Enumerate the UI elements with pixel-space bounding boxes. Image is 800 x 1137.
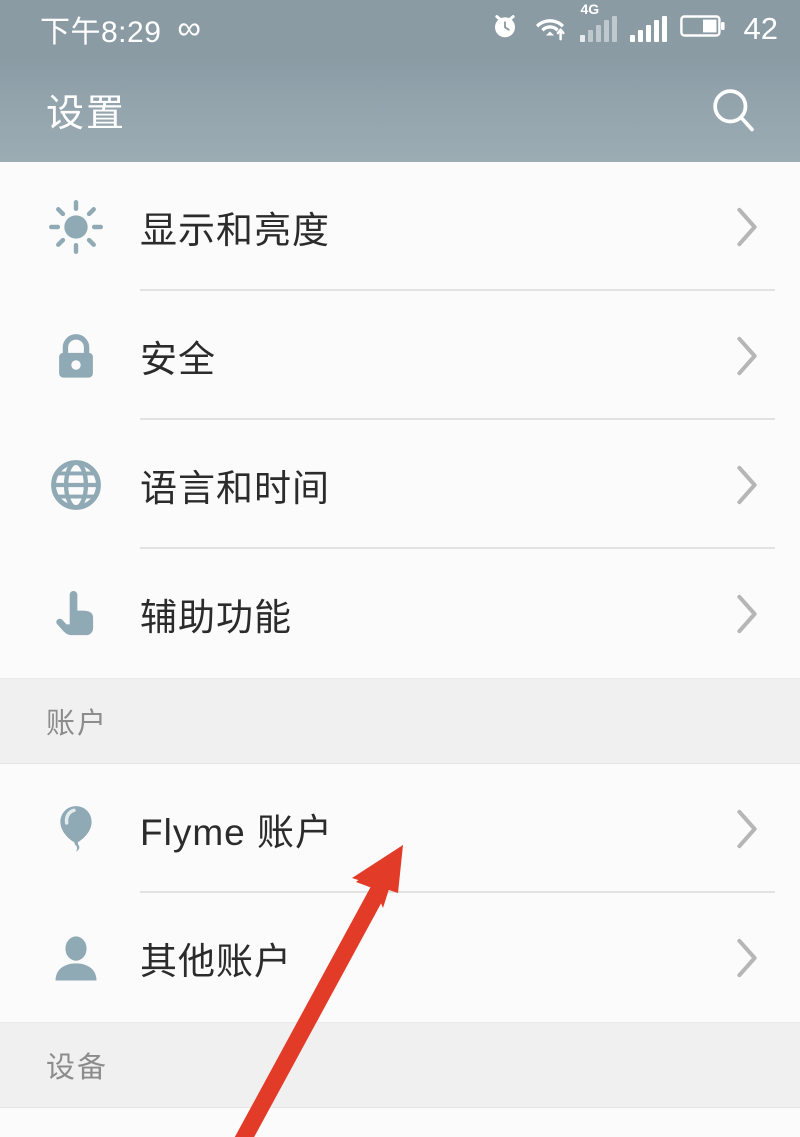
alarm-clock-icon: [490, 11, 520, 46]
wifi-icon: [533, 11, 567, 46]
flyme-balloon-icon: [46, 799, 106, 859]
battery-icon: [679, 12, 726, 45]
chevron-right-icon: [732, 204, 762, 250]
lock-icon: [46, 326, 106, 386]
app-title-bar: 设置: [0, 57, 800, 164]
phone-screen: 下午8:29 ∞ 4G 42 设置 显示和亮度 安全 语言和时间 辅助功能 账户…: [0, 0, 800, 1137]
search-icon[interactable]: [706, 82, 762, 138]
settings-row-label: Flyme 账户: [140, 811, 333, 853]
settings-row-flyme-account[interactable]: Flyme 账户: [0, 764, 800, 893]
chevron-right-icon: [732, 462, 762, 508]
status-bar: 下午8:29 ∞ 4G 42: [0, 0, 800, 57]
settings-row-label: 辅助功能: [140, 596, 292, 638]
brightness-sun-icon: [46, 197, 106, 257]
person-icon: [46, 928, 106, 988]
battery-level-label: 42: [743, 10, 778, 46]
section-header-accounts: 账户: [0, 678, 800, 764]
settings-row-language-time[interactable]: 语言和时间: [0, 420, 800, 549]
network-type-label: 4G: [580, 0, 600, 17]
settings-list: 显示和亮度 安全 语言和时间 辅助功能 账户 Flyme 账户 其他账户 设备: [0, 162, 800, 1137]
settings-row-label: 安全: [140, 338, 216, 380]
status-bar-left: 下午8:29 ∞: [40, 7, 201, 51]
chevron-right-icon: [732, 591, 762, 637]
globe-icon: [46, 455, 106, 515]
settings-row-security[interactable]: 安全: [0, 291, 800, 420]
settings-row-label: 其他账户: [140, 940, 292, 982]
chevron-right-icon: [732, 935, 762, 981]
settings-row-partial[interactable]: [0, 1108, 800, 1137]
signal-bars-icon: 4G: [579, 2, 617, 42]
settings-row-accessibility[interactable]: 辅助功能: [0, 549, 800, 678]
settings-row-display-brightness[interactable]: 显示和亮度: [0, 162, 800, 291]
infinity-icon: ∞: [177, 9, 202, 46]
settings-row-label: 语言和时间: [140, 467, 330, 509]
section-header-device: 设备: [0, 1022, 800, 1108]
settings-row-other-accounts[interactable]: 其他账户: [0, 893, 800, 1022]
signal-bars-icon-secondary: [629, 15, 667, 42]
settings-row-label: 显示和亮度: [140, 209, 330, 251]
section-header-label: 设备: [46, 1052, 109, 1084]
chevron-right-icon: [732, 806, 762, 852]
section-header-label: 账户: [46, 708, 109, 740]
status-clock: 下午8:29: [40, 15, 162, 49]
page-title: 设置: [46, 93, 127, 135]
status-bar-right: 4G 42: [490, 2, 778, 47]
pointing-hand-icon: [46, 584, 106, 644]
chevron-right-icon: [732, 333, 762, 379]
